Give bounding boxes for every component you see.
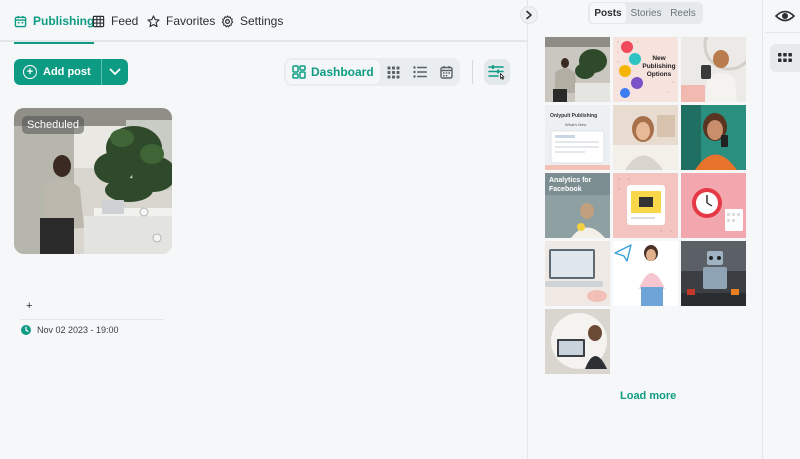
tab-publishing[interactable]: Publishing [14, 0, 95, 44]
tile-caption: New Publishing Options [642, 55, 676, 78]
feed-tile[interactable] [681, 37, 746, 102]
view-dashboard-label: Dashboard [311, 65, 374, 79]
feed-tile[interactable] [681, 241, 746, 306]
scheduled-post-card[interactable]: Scheduled [14, 108, 172, 254]
feed-tile[interactable] [545, 37, 610, 102]
feed-tile[interactable] [681, 173, 746, 238]
tab-favorites-label: Favorites [166, 14, 216, 28]
publishing-main: Publishing Feed Favorites Settings + Add… [0, 0, 527, 459]
add-post-dropdown-button[interactable] [100, 59, 128, 85]
view-list-button[interactable] [406, 60, 433, 84]
filter-button[interactable] [484, 59, 510, 85]
tab-publishing-label: Publishing [33, 14, 95, 28]
filter-sliders-icon [488, 65, 505, 80]
feed-tile[interactable]: New Publishing Options [613, 37, 678, 102]
collapse-panel-button[interactable] [520, 6, 538, 24]
calendar-icon [14, 15, 27, 27]
feed-tile[interactable] [613, 173, 678, 238]
post-divider [20, 319, 164, 320]
grid-dots-icon [387, 66, 400, 78]
tab-favorites[interactable]: Favorites [147, 0, 215, 42]
dashboard-icon [292, 65, 306, 79]
preview-tabs: Posts Stories Reels [588, 2, 703, 24]
add-post-label: Add post [43, 66, 91, 78]
tile-caption: Analytics for Facebook [549, 177, 592, 193]
tab-posts[interactable]: Posts [590, 3, 626, 23]
gear-icon [221, 14, 234, 27]
tile-caption: What's New [565, 122, 587, 127]
feed-tile[interactable] [545, 309, 610, 374]
top-navigation: Publishing Feed Favorites Settings [0, 0, 527, 44]
list-icon [413, 66, 427, 78]
add-post-button[interactable]: + Add post [14, 59, 101, 85]
tab-settings-label: Settings [240, 14, 284, 28]
tab-reels[interactable]: Reels [666, 3, 700, 23]
feed-tile-image [681, 173, 746, 238]
view-dashboard-button[interactable]: Dashboard [286, 60, 380, 84]
post-schedule-time: Nov 02 2023 - 19:00 [21, 325, 119, 335]
preview-toggle-button[interactable] [774, 6, 796, 26]
eye-icon [775, 10, 795, 22]
view-grid-button[interactable] [380, 60, 407, 84]
tab-feed[interactable]: Feed [92, 0, 138, 42]
star-icon [147, 14, 160, 27]
feed-tile[interactable] [613, 241, 678, 306]
tab-feed-label: Feed [111, 14, 139, 28]
rail-divider [766, 32, 800, 33]
feed-tile-image [681, 241, 746, 306]
toolbar-divider [472, 60, 473, 84]
feed-tile-image [681, 37, 746, 102]
grid-view-toggle[interactable] [770, 44, 800, 72]
feed-tile-image [545, 37, 610, 102]
feed-tile-image [545, 309, 610, 374]
plus-circle-icon: + [23, 65, 37, 79]
add-post-group: + Add post [14, 59, 128, 85]
calendar-view-icon [440, 66, 453, 79]
load-more-button[interactable]: Load more [620, 390, 676, 402]
scheduled-badge: Scheduled [22, 116, 84, 134]
view-calendar-button[interactable] [433, 60, 460, 84]
feed-tile-image [613, 105, 678, 170]
feed-tile-image [613, 173, 678, 238]
grid-icon [778, 53, 792, 62]
feed-tile-image [613, 241, 678, 306]
chevron-right-icon [526, 10, 532, 20]
chevron-down-icon [109, 68, 121, 75]
feed-tile-image [545, 241, 610, 306]
feed-tile[interactable]: Onlypult Publishing What's New [545, 105, 610, 170]
post-plus-text[interactable]: + [26, 300, 32, 312]
tab-stories[interactable]: Stories [626, 3, 666, 23]
view-switcher: Dashboard [284, 58, 460, 86]
feed-tile-image [681, 105, 746, 170]
feed-tile[interactable] [545, 241, 610, 306]
feed-tile[interactable]: Analytics for Facebook [545, 173, 610, 238]
feed-tile[interactable] [613, 105, 678, 170]
tile-caption: Onlypult Publishing [550, 113, 598, 119]
tab-settings[interactable]: Settings [221, 0, 283, 42]
feed-tile[interactable] [681, 105, 746, 170]
clock-icon [21, 325, 31, 335]
table-icon [92, 15, 105, 27]
post-datetime: Nov 02 2023 - 19:00 [37, 325, 119, 335]
